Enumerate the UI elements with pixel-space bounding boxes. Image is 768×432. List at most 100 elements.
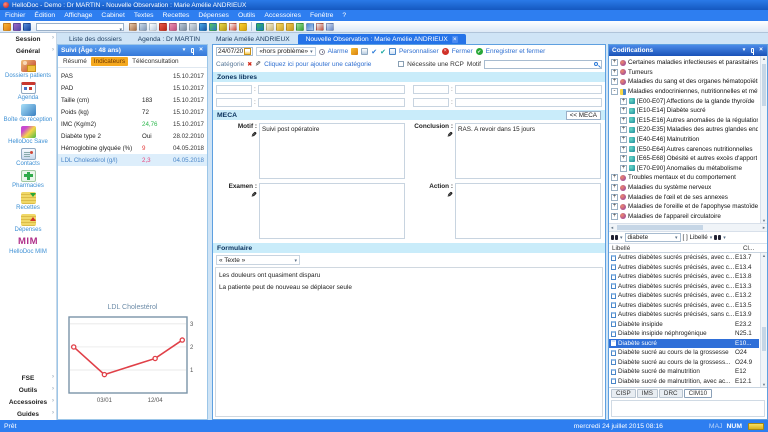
document-tab[interactable]: Nouvelle Observation : Marie Amélie ANDR… [298,34,466,44]
tree-node[interactable]: + [E40-E46] Malnutrition [611,135,758,145]
alarm-button[interactable]: Alarme [328,48,349,55]
toolbar-help-icon[interactable] [239,23,247,31]
search-icon[interactable] [594,62,598,66]
expander-icon[interactable]: + [620,107,627,114]
indicator-row[interactable]: Hémoglobine glyquée (%) 9 04.05.2018 [58,142,207,154]
expander-icon[interactable]: + [620,98,627,105]
document-tab[interactable]: Agenda : Dr MARTIN [130,34,208,44]
expander-icon[interactable]: + [611,184,618,191]
toolbar-new-document-icon[interactable] [149,23,157,31]
zone-libre-key-input[interactable] [413,98,449,107]
tree-node[interactable]: + Maladies du sang et des organes hémato… [611,77,758,87]
tree-node[interactable]: + [E00-E07] Affections de la glande thyr… [611,96,758,106]
sidebar-item[interactable]: Agenda [0,82,56,101]
pen-icon[interactable] [255,60,261,68]
menu-item[interactable]: Édition [34,12,55,19]
sidebar-section-header[interactable]: FSE [0,372,56,384]
toolbar-folder-yellow-icon[interactable] [276,23,284,31]
expander-icon[interactable]: + [611,213,618,220]
sidebar-item[interactable]: Contacts [0,148,56,167]
patient-tab[interactable]: Indicateurs [91,57,128,66]
rcp-checkbox[interactable] [398,61,404,67]
toolbar-attach-icon[interactable] [296,23,304,31]
zone-libre-value-input[interactable] [455,98,602,107]
expander-icon[interactable]: - [611,88,618,95]
toolbar-organizer-icon[interactable] [219,23,227,31]
tree-node[interactable]: + [E50-E64] Autres carences nutritionnel… [611,144,758,154]
tree-node[interactable]: + Maladies de l'oreille et de l'apophyse… [611,202,758,212]
tree-node[interactable]: + Troubles mentaux et du comportement [611,173,758,183]
expander-icon[interactable]: + [611,59,618,66]
zone-libre-value-input[interactable] [455,85,602,94]
check-teal-icon[interactable] [380,48,386,56]
meca-toggle-button[interactable]: << MECA [566,111,601,120]
tree-node[interactable]: + [E70-E90] Anomalies du métabolisme [611,164,758,174]
expander-icon[interactable]: + [620,146,627,153]
toolbar-mini-calendar-icon[interactable] [316,23,324,31]
meca-textarea[interactable]: Suivi post opératoire [259,123,405,179]
toolbar-contact-card-icon[interactable] [129,23,137,31]
pen-icon[interactable] [251,131,257,139]
result-row[interactable]: Diabète insipide néphrogénique N25.1 [609,329,759,339]
indicator-row[interactable]: LDL Cholestérol (g/l) 2,3 04.05.2018 [58,154,207,166]
problem-selector[interactable]: «hors problème» [256,47,315,56]
indicator-row[interactable]: Diabète type 2 Oui 28.02.2010 [58,130,207,142]
column-libelle[interactable]: Libellé [612,245,743,252]
tree-node[interactable]: + Maladies de l'œil et de ses annexes [611,192,758,202]
tree-node[interactable]: - Maladies endocriniennes, nutritionnell… [611,87,758,97]
chevron-down-icon[interactable] [181,47,187,54]
sidebar-section-header[interactable]: Guides [0,408,56,420]
result-row[interactable]: Autres diabètes sucrés précisés, avec c.… [609,301,759,311]
result-row[interactable]: Diabète sucré au cours de la grossesse O… [609,348,759,358]
indicator-row[interactable]: IMC (Kg/m2) 24,76 15.10.2017 [58,118,207,130]
pen-icon[interactable] [447,131,453,139]
toolbar-photo-album-icon[interactable] [13,23,21,31]
observation-date[interactable]: 24/07/20 [216,47,253,56]
expander-icon[interactable]: + [620,165,627,172]
enregistrer-button[interactable]: Enregistrer et fermer [486,48,546,55]
toolbar-mail-icon[interactable] [266,23,274,31]
meca-textarea[interactable] [455,183,601,239]
toolbar-redo-icon[interactable] [169,23,177,31]
menu-item[interactable]: Recettes [163,12,190,19]
add-category-link[interactable]: Cliquez ici pour ajouter une catégorie [264,61,371,68]
meca-textarea[interactable]: RAS. A revoir dans 15 jours [455,123,601,179]
sidebar-item[interactable]: Dépenses [0,214,56,233]
menu-item[interactable]: Accessoires [264,12,301,19]
menu-item[interactable]: Fichier [5,12,25,19]
sidebar-item[interactable]: Dossiers patients [0,60,56,79]
result-row[interactable]: Diabète sucré de malnutrition E12 [609,367,759,377]
expander-icon[interactable]: + [620,117,627,124]
result-row[interactable]: Autres diabètes sucrés précisés, sans c.… [609,310,759,320]
pin-icon[interactable] [191,48,194,53]
zone-libre-value-input[interactable] [258,98,405,107]
tree-node[interactable]: + Certaines maladies infectieuses et par… [611,58,758,68]
result-row[interactable]: Autres diabètes sucrés précisés, avec c.… [609,253,759,263]
zone-libre-key-input[interactable] [216,98,252,107]
meca-textarea[interactable] [259,183,405,239]
indicator-row[interactable]: Taille (cm) 183 15.10.2017 [58,94,207,106]
result-row[interactable]: Autres diabètes sucrés précisés, avec c.… [609,272,759,282]
sidebar-section-header[interactable]: Accessoires [0,396,56,408]
menu-item[interactable]: Affichage [64,12,92,19]
toolbar-settings-icon[interactable] [3,23,11,31]
result-row[interactable]: Diabète sucré au cours de la grossess...… [609,358,759,368]
sidebar-item[interactable]: Pharmacies [0,170,56,189]
expander-icon[interactable]: + [620,126,627,133]
binoculars-icon[interactable] [611,235,614,240]
chevron-down-icon[interactable] [620,234,623,241]
toolbar-chart-icon[interactable] [209,23,217,31]
indicator-row[interactable]: PAS 15.10.2017 [58,70,207,82]
chevron-down-icon[interactable] [723,234,726,241]
indicator-row[interactable]: PAD 15.10.2017 [58,82,207,94]
menu-item[interactable]: Outils [238,12,255,19]
sidebar-item[interactable]: HelloDoc Save [0,126,56,145]
expander-icon[interactable]: + [620,136,627,143]
result-row[interactable]: Autres diabètes sucrés précisés, avec c.… [609,282,759,292]
result-row[interactable]: Diabète sucré E10... [609,339,759,349]
tree-node[interactable]: + [E15-E16] Autres anomalies de la régul… [611,116,758,126]
document-tab[interactable]: Marie Amélie ANDRIEUX [208,34,298,44]
patient-tab[interactable]: Résumé [60,57,90,66]
result-row[interactable]: Diabète insipide E23.2 [609,320,759,330]
toolbar-folder-open-icon[interactable] [286,23,294,31]
